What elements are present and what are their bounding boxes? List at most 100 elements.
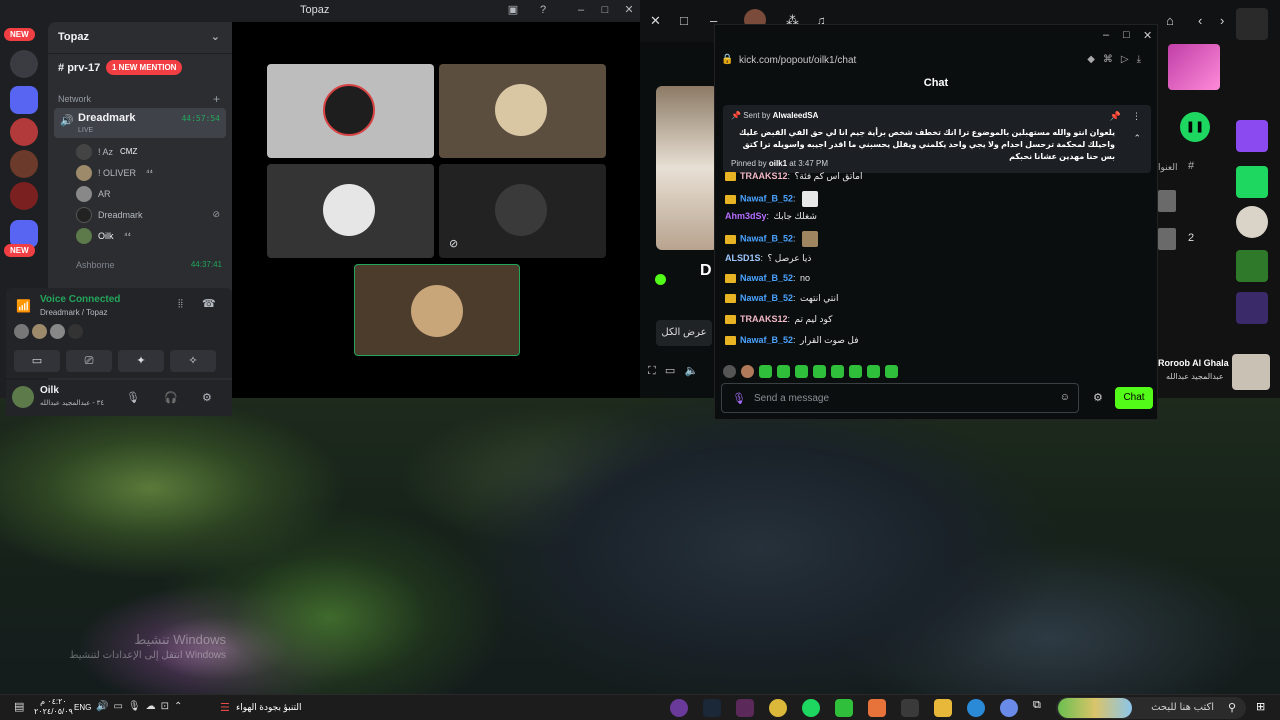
chat-message[interactable]: Nawaf_B_52:: [725, 231, 819, 247]
microphone-icon[interactable]: 🎙: [126, 391, 140, 404]
taskbar-search[interactable]: اكتب هنا للبحث ⚲: [1056, 697, 1246, 719]
chat-settings-icon[interactable]: ⚙: [1093, 391, 1103, 404]
address-bar[interactable]: 🔒 kick.com/popout/oilk1/chat ◆⌘▷⤓: [715, 49, 1157, 73]
chat-input[interactable]: 🎙 Send a message ☺: [721, 383, 1079, 413]
headphones-icon[interactable]: 🎧: [164, 391, 178, 404]
emote-icon[interactable]: [867, 365, 880, 378]
chat-message[interactable]: ALSD1S: ذيا عرصل ؟: [725, 253, 811, 269]
edge-icon[interactable]: [967, 699, 985, 717]
chat-message[interactable]: Nawaf_B_52: فل صوت القرار: [725, 335, 859, 351]
pause-button[interactable]: ❚❚: [1180, 112, 1210, 142]
system-tray[interactable]: 🔊▭🎙☁⊡⌃: [96, 701, 187, 712]
back-icon[interactable]: ‹: [1198, 13, 1202, 28]
emote-icon[interactable]: [885, 365, 898, 378]
fullscreen-icon[interactable]: ⛶: [648, 365, 656, 377]
settings-gear-icon[interactable]: ⚙: [202, 391, 212, 404]
notes-icon[interactable]: ▤: [14, 700, 24, 713]
noise-suppression-icon[interactable]: ⦙⦙: [178, 298, 183, 311]
playlist-cover[interactable]: [1236, 292, 1268, 324]
disconnect-icon[interactable]: ☎: [202, 297, 216, 310]
library-icon[interactable]: [1236, 8, 1268, 40]
browser-tools[interactable]: ◆⌘▷⤓: [1087, 54, 1149, 65]
forward-icon[interactable]: ›: [1220, 13, 1224, 28]
emote-icon[interactable]: [759, 365, 772, 378]
chat-message[interactable]: Nawaf_B_52: انتي انتهت: [725, 293, 838, 309]
artist-subtitle[interactable]: عبدالمجيد عبدالله: [1166, 372, 1224, 381]
more-options-icon[interactable]: ⋮: [1132, 111, 1141, 122]
artist-name[interactable]: Roroob Al Ghala: [1158, 358, 1229, 368]
chat-message[interactable]: TRAAKS12: كود ليم تم: [725, 314, 832, 330]
pin-icon[interactable]: 📌: [1110, 111, 1121, 122]
liked-songs-icon[interactable]: [1236, 120, 1268, 152]
emote-icon[interactable]: [831, 365, 844, 378]
file-explorer-icon[interactable]: [934, 699, 952, 717]
emote-icon[interactable]: [813, 365, 826, 378]
weather-text[interactable]: التنبؤ بجودة الهواء: [236, 702, 302, 713]
participant-tile[interactable]: [267, 164, 434, 258]
emote-icon[interactable]: [777, 365, 790, 378]
clock[interactable]: ٠٤:٢٠ م ٢٠٢٤/٠٥/٠٩: [34, 697, 73, 717]
soundboard-button[interactable]: ✧: [170, 350, 216, 372]
voice-channel-dreadmark[interactable]: 🔊 Dreadmark 44:57:54 LIVE: [54, 108, 226, 138]
mention-badge[interactable]: 1 NEW MENTION: [106, 60, 183, 75]
bookmark-icon[interactable]: [1236, 166, 1268, 198]
close-icon[interactable]: ✕: [650, 13, 661, 29]
emote-icon[interactable]: [795, 365, 808, 378]
task-view-icon[interactable]: ⧉: [1033, 699, 1051, 717]
volume-icon[interactable]: 🔈: [684, 365, 698, 377]
voice-user[interactable]: AR: [76, 186, 226, 202]
chat-message[interactable]: TRAAKS12: اماتق اس كم فئة؟: [725, 171, 863, 187]
app-icon[interactable]: [670, 699, 688, 717]
participant-tile-speaking[interactable]: [354, 264, 520, 356]
chrome-icon[interactable]: [769, 699, 787, 717]
chat-message[interactable]: Nawaf_B_52: no: [725, 273, 810, 289]
participant-tile[interactable]: ⊘: [439, 164, 606, 258]
category-network[interactable]: Network: [58, 94, 91, 104]
kick-icon[interactable]: [835, 699, 853, 717]
playlist-cover[interactable]: [1236, 250, 1268, 282]
chat-send-button[interactable]: Chat: [1115, 387, 1153, 409]
app-icon[interactable]: [736, 699, 754, 717]
server-icon[interactable]: [10, 150, 38, 178]
chat-message[interactable]: Ahm3dSy: شغلك جابك: [725, 211, 817, 227]
chat-message[interactable]: Nawaf_B_52:: [725, 191, 819, 207]
square-icon[interactable]: □: [680, 13, 688, 28]
close-button[interactable]: ✕: [622, 3, 636, 17]
stream-thumbnail[interactable]: [656, 86, 718, 250]
server-icon[interactable]: [10, 50, 38, 78]
folder-icon[interactable]: [10, 86, 38, 114]
language-indicator[interactable]: ENG: [74, 703, 91, 712]
add-channel-icon[interactable]: +: [213, 92, 220, 106]
maximize-button[interactable]: □: [1123, 29, 1130, 41]
voice-user[interactable]: ! Az CMZ: [76, 144, 226, 160]
server-header[interactable]: Topaz ⌄: [48, 22, 232, 54]
close-button[interactable]: ✕: [1143, 29, 1152, 42]
store-icon[interactable]: [901, 699, 919, 717]
help-icon[interactable]: ?: [536, 3, 550, 17]
windows-start-icon[interactable]: ⊞: [1256, 700, 1272, 716]
voice-user[interactable]: Oilk ⁴⁴: [76, 228, 226, 244]
screenshare-button[interactable]: ⎚: [66, 350, 112, 372]
home-icon[interactable]: ⌂: [1166, 13, 1174, 28]
now-playing-cover[interactable]: [1232, 354, 1270, 390]
spotify-icon[interactable]: [802, 699, 820, 717]
voice-user[interactable]: Dreadmark ⊘: [76, 207, 226, 223]
participant-tile[interactable]: [439, 64, 606, 158]
camera-button[interactable]: ▭: [14, 350, 60, 372]
theater-icon[interactable]: ▭: [665, 365, 675, 377]
steam-icon[interactable]: [703, 699, 721, 717]
chevron-up-icon[interactable]: ⌃: [1133, 133, 1141, 144]
show-all-button[interactable]: عرض الكل: [656, 320, 712, 346]
channel-ashborne[interactable]: Ashborne: [76, 260, 115, 270]
server-icon[interactable]: [10, 182, 38, 210]
track-thumb[interactable]: [1158, 190, 1176, 212]
emote-icon[interactable]: [849, 365, 862, 378]
voice-user[interactable]: ! OLIVER ⁴⁴: [76, 165, 226, 181]
minimize-button[interactable]: –: [1103, 29, 1109, 41]
inbox-icon[interactable]: ▣: [506, 3, 520, 17]
emote-icon[interactable]: [723, 365, 736, 378]
participant-tile[interactable]: [267, 64, 434, 158]
server-icon[interactable]: [10, 118, 38, 146]
activities-button[interactable]: ✦: [118, 350, 164, 372]
emote-icon[interactable]: [741, 365, 754, 378]
